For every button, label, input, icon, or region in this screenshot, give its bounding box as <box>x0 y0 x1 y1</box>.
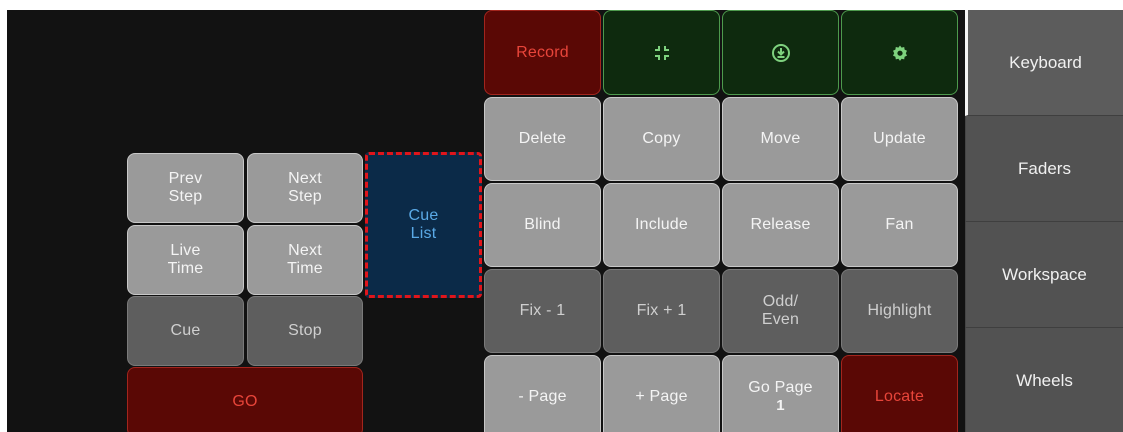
copy-button[interactable]: Copy <box>603 97 720 181</box>
go-button[interactable]: GO <box>127 367 363 432</box>
prev-step-button[interactable]: Prev Step <box>127 153 244 223</box>
next-time-button[interactable]: Next Time <box>247 225 363 295</box>
tab-keyboard-label: Keyboard <box>1009 52 1082 72</box>
include-button[interactable]: Include <box>603 183 720 267</box>
odd-even-button[interactable]: Odd/ Even <box>722 269 839 353</box>
move-button[interactable]: Move <box>722 97 839 181</box>
collapse-icon <box>654 45 669 60</box>
download-button[interactable] <box>722 10 839 95</box>
go-page-label: Go Page <box>748 379 813 396</box>
tab-workspace-label: Workspace <box>1002 264 1087 284</box>
page-minus-button[interactable]: - Page <box>484 355 601 432</box>
live-time-button[interactable]: Live Time <box>127 225 244 295</box>
tab-faders[interactable]: Faders <box>965 116 1123 222</box>
blind-button[interactable]: Blind <box>484 183 601 267</box>
download-icon <box>771 43 790 62</box>
locate-button[interactable]: Locate <box>841 355 958 432</box>
cue-button[interactable]: Cue <box>127 296 244 366</box>
cue-list-button[interactable]: Cue List <box>365 152 482 298</box>
record-button[interactable]: Record <box>484 10 601 95</box>
stop-button[interactable]: Stop <box>247 296 363 366</box>
sidebar: Keyboard Faders Workspace Wheels <box>965 10 1123 432</box>
next-step-button[interactable]: Next Step <box>247 153 363 223</box>
delete-button[interactable]: Delete <box>484 97 601 181</box>
fix-plus-button[interactable]: Fix + 1 <box>603 269 720 353</box>
tab-wheels[interactable]: Wheels <box>965 328 1123 432</box>
highlight-button[interactable]: Highlight <box>841 269 958 353</box>
update-button[interactable]: Update <box>841 97 958 181</box>
tab-workspace[interactable]: Workspace <box>965 222 1123 328</box>
go-page-button[interactable]: Go Page 1 <box>722 355 839 432</box>
console-screen: Prev Step Next Step Live Time Next Time … <box>7 10 1123 432</box>
collapse-button[interactable] <box>603 10 720 95</box>
settings-button[interactable] <box>841 10 958 95</box>
page-plus-button[interactable]: + Page <box>603 355 720 432</box>
go-page-number: 1 <box>776 397 785 414</box>
fan-button[interactable]: Fan <box>841 183 958 267</box>
tab-keyboard[interactable]: Keyboard <box>965 10 1123 116</box>
fix-minus-button[interactable]: Fix - 1 <box>484 269 601 353</box>
release-button[interactable]: Release <box>722 183 839 267</box>
gear-icon <box>892 45 907 61</box>
tab-wheels-label: Wheels <box>1016 370 1073 390</box>
tab-faders-label: Faders <box>1018 158 1071 178</box>
